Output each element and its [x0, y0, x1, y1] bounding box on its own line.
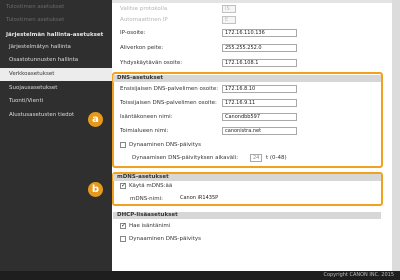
host-name-label: Isäntäkoneen nimi: [120, 114, 173, 120]
dns-interval-label: Dynaamisen DNS-päivityksen aikaväli: [132, 155, 239, 161]
host-name-field[interactable]: Canondbb597 [222, 113, 297, 121]
sidebar: Tulostimen asetukset Tulostimen asetukse… [0, 0, 112, 271]
dhcp-dynamic-dns-label: Dynaaminen DNS-päivitys [129, 236, 201, 242]
domain-name-label: Toimialueen nimi: [120, 128, 169, 134]
dns-section-title: DNS-asetukset [113, 75, 381, 82]
domain-name-field[interactable]: canonistra.net [222, 127, 297, 135]
sidebar-item-department[interactable]: Osastotunnusten hallinta [0, 54, 112, 67]
sidebar-item-system[interactable]: Järjestelmätyn hallinta [0, 41, 112, 54]
sidebar-item-label: Tuonti/Vienti [9, 98, 44, 104]
sidebar-item-import-export[interactable]: Tuonti/Vienti [0, 95, 112, 108]
get-hostname-label: Hae isäntänimi [129, 223, 171, 229]
primary-dns-label: Ensisijaisen DNS-palvelimen osoite: [120, 86, 219, 92]
frame-right [392, 0, 400, 271]
sidebar-item-label: Verkkoasetukset [9, 71, 55, 77]
primary-dns-field[interactable]: 172.16.8.10 [222, 85, 297, 93]
secondary-dns-field[interactable]: 172.16.9.11 [222, 99, 297, 107]
use-mdns-label: Käytä mDNS:ää [129, 183, 173, 189]
auto-ip-label: Automaattinen IP [120, 17, 168, 23]
subnet-mask-label: Aliverkon peite: [120, 45, 164, 51]
sidebar-item-label: Suojausasetukset [9, 85, 58, 91]
callout-badge-a: a [88, 112, 103, 127]
dns-interval-unit: t (0-48) [266, 155, 287, 161]
sidebar-item-label: Järjestelmätyn hallinta [9, 44, 71, 50]
dhcp-dynamic-dns-checkbox[interactable] [120, 236, 126, 242]
subnet-mask-field[interactable]: 255.255.252.0 [222, 44, 297, 52]
mdns-section-title: mDNS-asetukset [113, 174, 381, 181]
footer: Copyright CANON INC. 2015 [0, 271, 400, 280]
ip-address-label: IP-osoite: [120, 30, 146, 36]
dynamic-dns-checkbox[interactable] [120, 142, 126, 148]
get-hostname-checkbox[interactable] [120, 222, 126, 229]
secondary-dns-label: Toissijaisen DNS-palvelimen osoite: [120, 100, 217, 106]
gateway-label: Yhdyskäytävän osoite: [120, 60, 183, 66]
dynamic-dns-label: Dynaaminen DNS-päivitys [129, 142, 201, 148]
sidebar-item-label: Osastotunnusten hallinta [9, 57, 79, 63]
dhcp-section-title: DHCP-lisäasetukset [113, 212, 381, 219]
use-mdns-checkbox[interactable] [120, 182, 126, 189]
protocol-select[interactable]: IS [222, 5, 236, 13]
sidebar-item-network[interactable]: Verkkoasetukset [0, 68, 112, 81]
dns-interval-field[interactable]: 24 [250, 154, 262, 162]
protocol-label: Valitse protokolla [120, 6, 168, 12]
gateway-field[interactable]: 172.16.108.1 [222, 59, 297, 67]
sidebar-ghost-item: Tulostimen asetukset [6, 17, 65, 23]
mdns-name-field[interactable]: Canon iR1435P [178, 195, 278, 203]
callout-badge-b: b [88, 182, 103, 197]
ip-address-field[interactable]: 172.16.110.136 [222, 29, 297, 37]
sidebar-ghost-item: Tulostimen asetukset [6, 4, 65, 10]
copyright-text: Copyright CANON INC. 2015 [323, 272, 394, 278]
sidebar-section-title: Järjestelmän hallinta-asetukset [6, 32, 104, 38]
auto-ip-select[interactable]: E [222, 16, 236, 24]
sidebar-item-security[interactable]: Suojausasetukset [0, 82, 112, 95]
sidebar-item-label: Alustusasetusten tiedot [9, 112, 75, 118]
mdns-name-label: mDNS-nimi: [130, 196, 163, 202]
